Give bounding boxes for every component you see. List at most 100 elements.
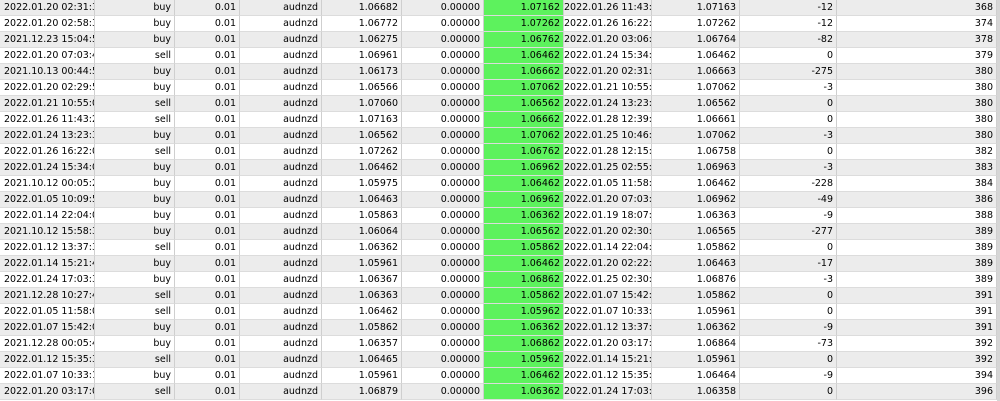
table-row[interactable]: 2022.01.21 10:55:08 sell 0.01 audnzd 1.07060… (0, 96, 1000, 112)
table-row[interactable]: 2022.01.12 15:35:31 sell 0.01 audnzd 1.06465… (0, 352, 1000, 368)
open-time-cell: 2022.01.12 13:37:37 (0, 240, 95, 256)
table-row[interactable]: 2022.01.20 02:31:30 buy 0.01 audnzd 1.06682 0… (0, 0, 1000, 16)
table-row[interactable]: 2022.01.12 13:37:37 sell 0.01 audnzd 1.06362… (0, 240, 1000, 256)
swap-cell: 0 (740, 112, 837, 128)
open-price-cell: 1.06462 (322, 304, 402, 320)
table-row[interactable]: 2022.01.24 13:23:36 buy 0.01 audnzd 1.06562 0… (0, 128, 1000, 144)
open-time-cell: 2022.01.20 02:31:30 (0, 0, 95, 16)
swap-cell: -3 (740, 160, 837, 176)
close-time-cell: 2022.01.20 02:31:30 (564, 64, 652, 80)
open-price-cell: 1.05862 (322, 320, 402, 336)
duration-cell: 374 (837, 16, 997, 32)
close-time-cell: 2022.01.20 07:03:46 (564, 192, 652, 208)
duration-cell: 391 (837, 288, 997, 304)
open-time-cell: 2021.12.23 15:04:59 (0, 32, 95, 48)
open-price-cell: 1.06462 (322, 160, 402, 176)
volume-cell: 0.01 (175, 336, 240, 352)
type-cell: buy (95, 80, 175, 96)
type-cell: sell (95, 288, 175, 304)
duration-cell: 368 (837, 0, 997, 16)
symbol-cell: audnzd (240, 176, 322, 192)
close-time-cell: 2022.01.24 15:34:04 (564, 48, 652, 64)
table-row[interactable]: 2022.01.26 16:22:04 sell 0.01 audnzd 1.07262… (0, 144, 1000, 160)
table-row[interactable]: 2022.01.24 15:34:05 buy 0.01 audnzd 1.06462 0… (0, 160, 1000, 176)
symbol-cell: audnzd (240, 0, 322, 16)
symbol-cell: audnzd (240, 80, 322, 96)
table-row[interactable]: 2022.01.07 10:33:13 buy 0.01 audnzd 1.05961 0… (0, 368, 1000, 384)
table-row[interactable]: 2022.01.05 10:09:53 buy 0.01 audnzd 1.06463 0… (0, 192, 1000, 208)
stop-loss-cell: 0.00000 (402, 352, 484, 368)
table-row[interactable]: 2022.01.20 03:17:07 sell 0.01 audnzd 1.06879… (0, 384, 1000, 400)
close-price-cell: 1.06562 (652, 96, 740, 112)
table-row[interactable]: 2021.12.23 15:04:59 buy 0.01 audnzd 1.06275 0… (0, 32, 1000, 48)
volume-cell: 0.01 (175, 384, 240, 400)
symbol-cell: audnzd (240, 384, 322, 400)
volume-cell: 0.01 (175, 16, 240, 32)
volume-cell: 0.01 (175, 144, 240, 160)
open-time-cell: 2021.12.28 00:05:42 (0, 336, 95, 352)
table-row[interactable]: 2021.12.28 10:27:49 sell 0.01 audnzd 1.06363… (0, 288, 1000, 304)
volume-cell: 0.01 (175, 368, 240, 384)
table-row[interactable]: 2021.12.28 00:05:42 buy 0.01 audnzd 1.06357 0… (0, 336, 1000, 352)
table-row[interactable]: 2022.01.20 02:58:35 buy 0.01 audnzd 1.06772 0… (0, 16, 1000, 32)
swap-cell: -49 (740, 192, 837, 208)
duration-cell: 380 (837, 112, 997, 128)
open-price-cell: 1.06064 (322, 224, 402, 240)
take-profit-cell: 1.05862 (484, 288, 564, 304)
stop-loss-cell: 0.00000 (402, 288, 484, 304)
stop-loss-cell: 0.00000 (402, 320, 484, 336)
swap-cell: 0 (740, 352, 837, 368)
close-time-cell: 2022.01.14 15:21:46 (564, 352, 652, 368)
swap-cell: -277 (740, 224, 837, 240)
open-time-cell: 2022.01.14 15:21:47 (0, 256, 95, 272)
take-profit-cell: 1.06362 (484, 320, 564, 336)
table-row[interactable]: 2022.01.26 11:43:22 sell 0.01 audnzd 1.07163… (0, 112, 1000, 128)
duration-cell: 380 (837, 64, 997, 80)
open-price-cell: 1.05975 (322, 176, 402, 192)
close-price-cell: 1.06663 (652, 64, 740, 80)
type-cell: buy (95, 128, 175, 144)
table-row[interactable]: 2021.10.12 15:58:34 buy 0.01 audnzd 1.06064 0… (0, 224, 1000, 240)
swap-cell: 0 (740, 304, 837, 320)
table-row[interactable]: 2021.10.13 00:44:58 buy 0.01 audnzd 1.06173 0… (0, 64, 1000, 80)
volume-cell: 0.01 (175, 256, 240, 272)
duration-cell: 383 (837, 160, 997, 176)
take-profit-cell: 1.06962 (484, 192, 564, 208)
volume-cell: 0.01 (175, 272, 240, 288)
stop-loss-cell: 0.00000 (402, 48, 484, 64)
take-profit-cell: 1.06762 (484, 32, 564, 48)
open-price-cell: 1.06566 (322, 80, 402, 96)
stop-loss-cell: 0.00000 (402, 80, 484, 96)
close-price-cell: 1.05862 (652, 288, 740, 304)
table-row[interactable]: 2022.01.24 17:03:30 buy 0.01 audnzd 1.06367 0… (0, 272, 1000, 288)
symbol-cell: audnzd (240, 208, 322, 224)
stop-loss-cell: 0.00000 (402, 384, 484, 400)
take-profit-cell: 1.05962 (484, 352, 564, 368)
table-row[interactable]: 2022.01.14 15:21:47 buy 0.01 audnzd 1.05961 0… (0, 256, 1000, 272)
close-time-cell: 2022.01.26 16:22:03 (564, 16, 652, 32)
type-cell: buy (95, 32, 175, 48)
take-profit-cell: 1.05862 (484, 240, 564, 256)
table-row[interactable]: 2022.01.05 11:58:09 sell 0.01 audnzd 1.06462… (0, 304, 1000, 320)
open-price-cell: 1.07060 (322, 96, 402, 112)
symbol-cell: audnzd (240, 32, 322, 48)
close-price-cell: 1.06876 (652, 272, 740, 288)
swap-cell: -82 (740, 32, 837, 48)
table-row[interactable]: 2021.10.12 00:05:28 buy 0.01 audnzd 1.05975 0… (0, 176, 1000, 192)
table-row[interactable]: 2022.01.20 07:03:46 sell 0.01 audnzd 1.06961… (0, 48, 1000, 64)
duration-cell: 384 (837, 176, 997, 192)
duration-cell: 389 (837, 224, 997, 240)
take-profit-cell: 1.06462 (484, 368, 564, 384)
close-price-cell: 1.06565 (652, 224, 740, 240)
open-price-cell: 1.06682 (322, 0, 402, 16)
close-price-cell: 1.06362 (652, 320, 740, 336)
volume-cell: 0.01 (175, 48, 240, 64)
swap-cell: -228 (740, 176, 837, 192)
table-row[interactable]: 2022.01.07 15:42:04 buy 0.01 audnzd 1.05862 0… (0, 320, 1000, 336)
take-profit-cell: 1.07062 (484, 80, 564, 96)
table-row[interactable]: 2022.01.20 02:29:57 buy 0.01 audnzd 1.06566 0… (0, 80, 1000, 96)
volume-cell: 0.01 (175, 80, 240, 96)
table-row[interactable]: 2022.01.14 22:04:01 buy 0.01 audnzd 1.05863 0… (0, 208, 1000, 224)
open-time-cell: 2022.01.12 15:35:31 (0, 352, 95, 368)
type-cell: sell (95, 144, 175, 160)
